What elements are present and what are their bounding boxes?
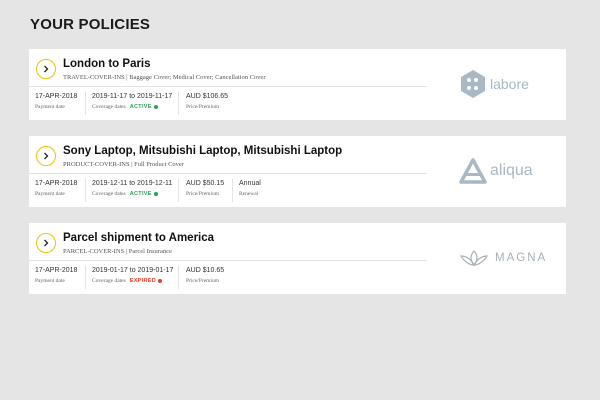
chevron-right-icon[interactable] (36, 146, 56, 166)
status-dot-icon (153, 191, 158, 196)
price: AUD $50.15 Price/Premium (186, 180, 225, 197)
payment-date: 17-APR-2018 Payment date (35, 180, 78, 197)
labore-logo: labore (459, 63, 559, 105)
labore-hexagon-icon (461, 70, 485, 98)
coverage-dates: 2019-01-17 to 2019-01-17 Coverage dates E… (92, 267, 174, 284)
chevron-right-icon[interactable] (36, 233, 56, 253)
status-dot-icon (153, 104, 158, 109)
separator (85, 92, 86, 115)
price: AUD $10.65 Price/Premium (186, 267, 225, 284)
separator (85, 179, 86, 202)
status-badge: ACTIVE (129, 191, 152, 197)
magna-logo: MAGNA (459, 237, 559, 279)
status-badge: ACTIVE (129, 104, 152, 110)
magna-lotus-icon (459, 250, 489, 266)
payment-date: 17-APR-2018 Payment date (35, 267, 78, 284)
separator (232, 179, 233, 202)
aliqua-logo: aliqua (459, 150, 559, 192)
renewal: Annual Renewal (239, 180, 261, 197)
divider (29, 86, 427, 87)
divider (29, 173, 427, 174)
policy-subtitle: TRAVEL-COVER-INS | Baggage Cover; Medica… (63, 74, 266, 81)
policy-card[interactable]: Sony Laptop, Mitsubishi Laptop, Mitsubis… (29, 136, 566, 207)
separator (178, 92, 179, 115)
coverage-dates: 2019-11-17 to 2019-11-17 Coverage dates A… (92, 93, 173, 110)
status-badge: EXPIRED (129, 278, 156, 284)
policy-card[interactable]: Parcel shipment to America PARCEL-COVER-… (29, 223, 566, 294)
separator (85, 266, 86, 289)
policy-subtitle: PRODUCT-COVER-INS | Full Product Cover (63, 161, 184, 168)
separator (178, 179, 179, 202)
chevron-right-icon[interactable] (36, 59, 56, 79)
price: AUD $106.65 Price/Premium (186, 93, 229, 110)
divider (29, 260, 427, 261)
policy-title: London to Paris (63, 58, 151, 70)
separator (178, 266, 179, 289)
payment-date: 17-APR-2018 Payment date (35, 93, 78, 110)
page-title: YOUR POLICIES (30, 16, 151, 33)
aliqua-triangle-icon (459, 158, 487, 184)
policy-card[interactable]: London to Paris TRAVEL-COVER-INS | Bagga… (29, 49, 566, 120)
coverage-dates: 2019-12-11 to 2019-12-11 Coverage dates A… (92, 180, 173, 197)
status-dot-icon (158, 278, 162, 283)
policy-title: Sony Laptop, Mitsubishi Laptop, Mitsubis… (63, 145, 343, 157)
policy-title: Parcel shipment to America (63, 232, 215, 244)
policy-subtitle: PARCEL-COVER-INS | Parcel Insurance (63, 248, 172, 255)
